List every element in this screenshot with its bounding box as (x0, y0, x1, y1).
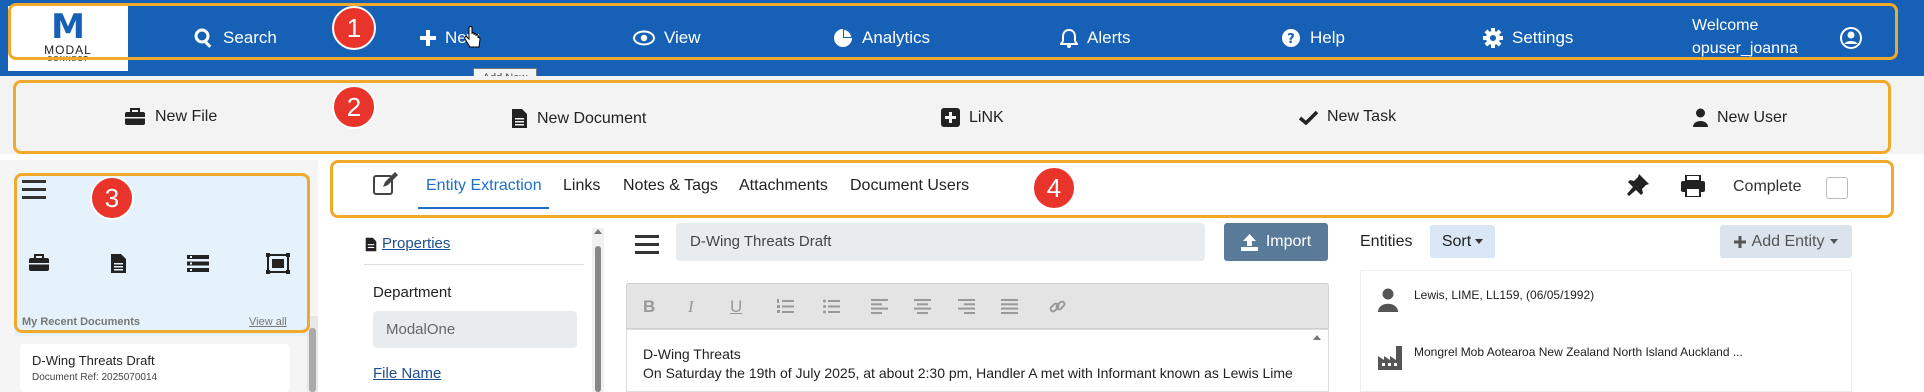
entities-heading: Entities (1360, 233, 1413, 250)
properties-scrollbar[interactable] (592, 228, 604, 392)
annotation-box-2 (13, 80, 1891, 154)
align-left-icon[interactable] (871, 299, 888, 314)
factory-icon (1378, 346, 1402, 370)
annotation-box-1 (8, 3, 1898, 60)
recent-document-item[interactable]: D-Wing Threats Draft Document Ref: 20250… (20, 344, 290, 392)
recent-document-title: D-Wing Threats Draft (32, 353, 155, 368)
underline-button[interactable]: U (730, 297, 742, 317)
entity-item[interactable]: Mongrel Mob Aotearoa New Zealand North I… (1414, 345, 1743, 359)
bullet-list-icon[interactable] (823, 299, 840, 314)
annotation-badge: 2 (332, 85, 376, 129)
properties-link[interactable]: Properties (382, 235, 450, 252)
entity-item[interactable]: Lewis, LIME, LL159, (06/05/1992) (1414, 288, 1594, 302)
file-name-label[interactable]: File Name (373, 365, 441, 382)
document-heading: D-Wing Threats (643, 346, 741, 362)
import-label: Import (1265, 233, 1312, 250)
bold-button[interactable]: B (643, 297, 655, 317)
sort-dropdown-button[interactable]: Sort (1430, 225, 1495, 258)
annotation-box-3 (14, 173, 310, 333)
person-icon (1378, 288, 1398, 312)
annotation-box-4 (330, 160, 1894, 218)
import-button[interactable]: Import (1224, 223, 1328, 261)
annotation-badge: 1 (332, 6, 376, 50)
document-paragraph-line: On Saturday the 19th of July 2025, at ab… (643, 365, 1293, 381)
recent-document-ref: Document Ref: 2025070014 (32, 372, 158, 383)
plus-icon (1733, 235, 1746, 248)
annotation-badge: 4 (1032, 166, 1076, 210)
align-center-icon[interactable] (914, 299, 931, 314)
document-editor-body[interactable]: D-Wing Threats On Saturday the 19th of J… (626, 329, 1329, 392)
upload-icon (1240, 233, 1258, 251)
chevron-down-icon (1830, 239, 1839, 244)
align-justify-icon[interactable] (1001, 299, 1018, 314)
department-field[interactable]: ModalOne (373, 311, 577, 348)
add-entity-label: Add Entity (1751, 232, 1825, 250)
editor-scroll-up-icon[interactable] (1313, 335, 1321, 340)
editor-menu-icon[interactable] (635, 235, 659, 259)
annotation-badge: 3 (90, 176, 134, 220)
document-icon (365, 237, 377, 252)
ordered-list-icon[interactable] (777, 299, 794, 314)
chevron-down-icon (1475, 239, 1484, 244)
properties-divider (364, 264, 584, 265)
document-title-input[interactable]: D-Wing Threats Draft (676, 223, 1205, 261)
italic-button[interactable]: I (688, 297, 694, 317)
sort-label: Sort (1441, 232, 1472, 250)
add-entity-button[interactable]: Add Entity (1720, 225, 1852, 258)
department-label: Department (373, 284, 452, 301)
link-icon[interactable] (1049, 298, 1066, 315)
align-right-icon[interactable] (958, 299, 975, 314)
